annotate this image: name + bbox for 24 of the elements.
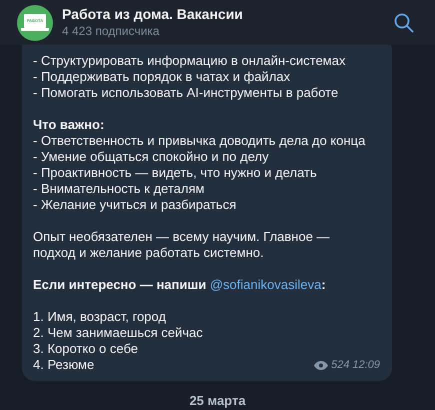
text-line: - Проактивность — видеть, что нужно и делать [33,165,317,181]
date-separator: 25 марта [189,392,246,410]
search-icon [394,12,414,32]
text-line: 4. Резюме [33,357,94,373]
text-line: 2. Чем занимаешься сейчас [33,325,203,341]
section-heading: Что важно: [33,117,106,133]
text-line: - Умение общаться спокойно и по делу [33,149,269,165]
username-link[interactable]: @sofianikovasileva [210,277,322,292]
view-count: 524 [331,358,350,373]
channel-title: Работа из дома. Вакансии [62,6,244,24]
eye-icon [314,360,328,370]
text-line: 1. Имя, возраст, город [33,309,166,325]
contact-line: Если интересно — напиши @sofianikovasileva: [33,277,327,293]
text-line: - Помогать использовать AI-инструменты в работе [33,85,338,101]
subscriber-count: 4 423 подписчика [62,24,160,39]
text-line: - Структурировать информацию в онлайн-системах [33,53,346,69]
text-line: - Желание учиться и разбираться [33,197,236,213]
text-line: - Ответственность и привычка доводить дела до конца [33,133,366,149]
text-line: 3. Коротко о себе [33,341,138,357]
search-button[interactable] [392,10,416,34]
message-time: 12:09 [352,358,380,373]
text-line: - Внимательность к деталям [33,181,204,197]
paragraph: Опыт необязателен — всему научим. Главное — подход и желание работать системно. [33,229,331,261]
text-line: - Поддерживать порядок в чатах и файлах [33,69,290,85]
